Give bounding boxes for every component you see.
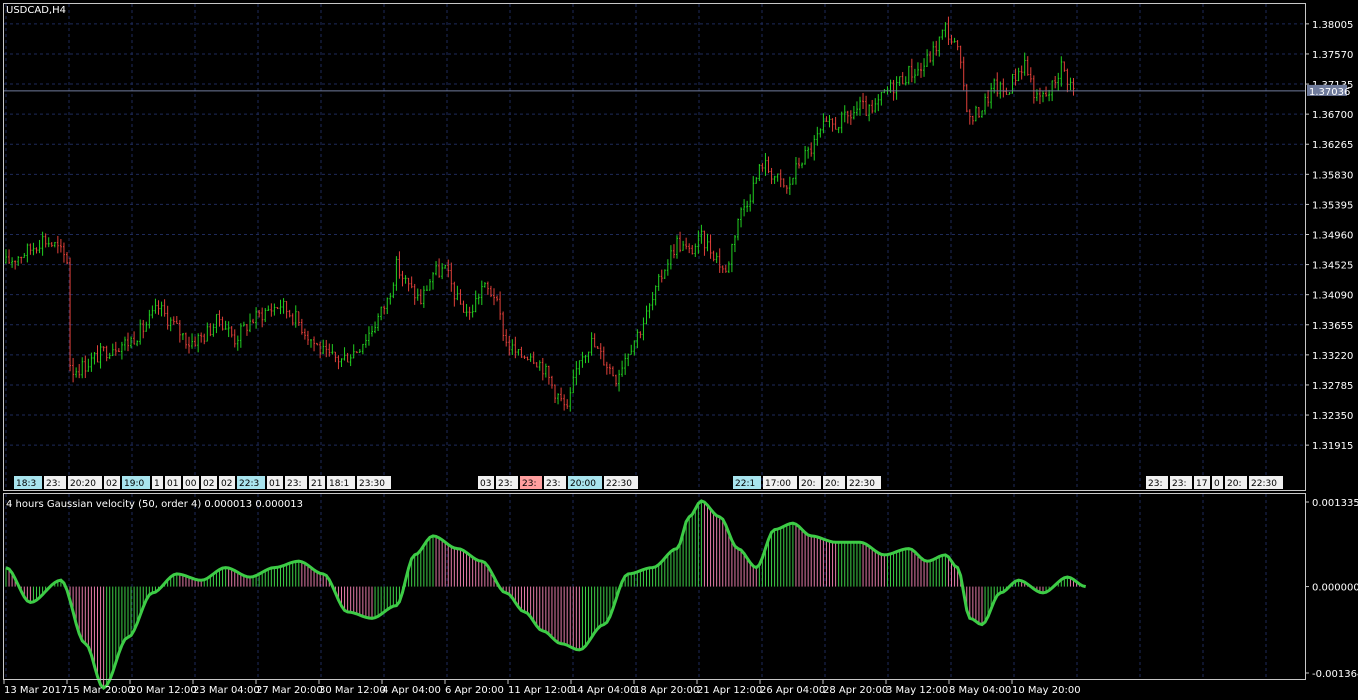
- symbol-title: USDCAD,H4: [6, 5, 66, 16]
- price-tick-label: 1.32785: [1312, 381, 1353, 392]
- price-axis: 1.380051.375701.371351.367001.362651.358…: [1305, 20, 1353, 452]
- event-marker-label: 22:3: [239, 479, 259, 489]
- price-tick-label: 1.31915: [1312, 441, 1353, 452]
- time-tick-label: 13 Mar 2017: [4, 685, 67, 696]
- time-tick-label: 18 Apr 20:00: [634, 685, 699, 696]
- price-tick-label: 1.34960: [1312, 231, 1353, 242]
- price-tick-label: 1.33220: [1312, 351, 1353, 362]
- main-chart-frame: [3, 3, 1306, 491]
- indicator-title: 4 hours Gaussian velocity (50, order 4) …: [6, 499, 303, 510]
- event-marker-label: 23:: [498, 479, 512, 489]
- event-marker-label: 22:30: [849, 479, 875, 489]
- event-markers: 18:3 23: 20:20 02 19:0 1 01 00 02 02 22:3 01 23: 21 18…: [14, 476, 1283, 489]
- event-marker-label: 20:: [1227, 479, 1241, 489]
- price-tick-label: 1.33655: [1312, 321, 1353, 332]
- price-tick-label: 1.35830: [1312, 170, 1353, 181]
- event-marker-label: 01: [269, 479, 280, 489]
- current-price-label: 1.37036: [1307, 84, 1350, 98]
- time-tick-label: 28 Apr 20:00: [823, 685, 888, 696]
- event-marker-label: 23:: [46, 479, 60, 489]
- event-marker-label: 23:: [287, 479, 301, 489]
- price-tick-label: 1.37570: [1312, 50, 1353, 61]
- chart-canvas: 18:3 23: 20:20 02 19:0 1 01 00 02 02 22:3 01 23: 21 18…: [3, 3, 1358, 696]
- event-marker-label: 17:00: [765, 479, 791, 489]
- price-tick-label: 1.34525: [1312, 261, 1353, 272]
- price-tick-label: 1.36265: [1312, 140, 1353, 151]
- event-marker-label: 20:00: [570, 479, 596, 489]
- indicator-axis: 0.001335 0.000000 -0.001364: [1305, 498, 1358, 680]
- event-marker-label: 02: [203, 479, 214, 489]
- event-marker-label: 19:0: [124, 479, 144, 489]
- indicator-tick-label: -0.001364: [1312, 669, 1358, 680]
- event-marker-label: 1: [154, 479, 160, 489]
- event-marker-label: 20:20: [70, 479, 96, 489]
- price-candles: [5, 16, 1075, 412]
- time-tick-label: 8 May 04:00: [949, 685, 1011, 696]
- time-tick-label: 3 May 12:00: [886, 685, 948, 696]
- event-marker-label: 23:30: [359, 479, 385, 489]
- event-marker-label: 22:1: [735, 479, 755, 489]
- event-marker-label: 20:: [825, 479, 839, 489]
- event-marker-label: 22:30: [606, 479, 632, 489]
- event-marker-label: 23:: [546, 479, 560, 489]
- event-marker-label: 02: [221, 479, 232, 489]
- price-tick-label: 1.32350: [1312, 411, 1353, 422]
- time-tick-label: 20 Mar 12:00: [130, 685, 197, 696]
- time-tick-label: 23 Mar 04:00: [193, 685, 260, 696]
- event-marker-label: 20:: [801, 479, 815, 489]
- time-tick-label: 27 Mar 20:00: [256, 685, 323, 696]
- indicator-tick-label: 0.001335: [1312, 498, 1358, 509]
- price-tick-label: 1.36700: [1312, 110, 1353, 121]
- time-tick-label: 26 Apr 04:00: [760, 685, 825, 696]
- indicator-histogram: [5, 501, 1084, 688]
- price-tick-label: 1.38005: [1312, 20, 1353, 31]
- event-marker-label: 03: [480, 479, 491, 489]
- indicator-tick-label: 0.000000: [1312, 583, 1358, 594]
- event-marker-label: 21: [311, 479, 322, 489]
- price-tick-label: 1.35395: [1312, 200, 1353, 211]
- event-marker-label: 18:3: [16, 479, 36, 489]
- event-marker-label: 02: [106, 479, 117, 489]
- time-tick-label: 21 Apr 12:00: [697, 685, 762, 696]
- event-marker-label: 18:1: [329, 479, 349, 489]
- price-tick-label: 1.34090: [1312, 291, 1353, 302]
- time-tick-label: 6 Apr 20:00: [445, 685, 504, 696]
- event-marker-label: 0: [1214, 479, 1220, 489]
- event-marker-label: 23:: [1172, 479, 1186, 489]
- indicator-frame: [3, 493, 1306, 680]
- chart-frames: [3, 3, 1306, 680]
- event-marker-label: 22:30: [1251, 479, 1277, 489]
- time-axis: 13 Mar 2017 15 Mar 20:0020 Mar 12:0023 Ma…: [3, 680, 1081, 696]
- time-tick-label: 15 Mar 20:00: [67, 685, 134, 696]
- event-marker-label: 23:: [522, 479, 536, 489]
- main-grid: [4, 4, 1305, 490]
- event-marker-label: 01: [167, 479, 178, 489]
- time-tick-label: 4 Apr 04:00: [382, 685, 441, 696]
- time-tick-label: 14 Apr 04:00: [571, 685, 636, 696]
- time-tick-label: 10 May 20:00: [1012, 685, 1081, 696]
- event-marker-label: 17: [1196, 479, 1207, 489]
- event-marker-label: 23:: [1148, 479, 1162, 489]
- current-price-value: 1.37036: [1309, 87, 1350, 98]
- event-marker-label: 00: [185, 479, 197, 489]
- time-tick-label: 30 Mar 12:00: [319, 685, 386, 696]
- time-tick-label: 11 Apr 12:00: [508, 685, 573, 696]
